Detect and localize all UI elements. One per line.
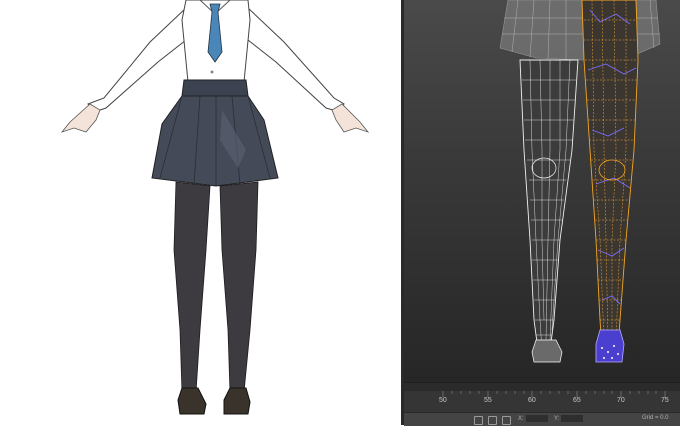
timeline-tick-label: 60 (528, 397, 536, 404)
timeline-tick-label: 50 (439, 397, 447, 404)
select-icon[interactable] (474, 416, 483, 425)
timeline-tick-label: 70 (617, 397, 625, 404)
character-illustration (60, 0, 370, 415)
lock-icon[interactable] (488, 416, 497, 425)
right-leg-wireframe (581, 0, 639, 363)
timeline-tick-label: 65 (573, 397, 581, 404)
status-bar: X: Y: Grid = 0.0 (404, 412, 680, 426)
3d-viewport[interactable] (404, 0, 680, 382)
left-leg-wireframe (519, 59, 579, 363)
character-reference-image (0, 0, 401, 425)
x-coordinate-field[interactable]: X: (518, 415, 548, 422)
timeline-scrubber[interactable] (404, 383, 680, 391)
timeline-tick-label: 75 (661, 397, 669, 404)
timeline[interactable]: 50 55 60 65 70 75 (404, 382, 680, 413)
timeline-tick-label: 55 (484, 397, 492, 404)
wireframe-model (499, 0, 661, 363)
absolute-mode-icon[interactable] (502, 416, 511, 425)
y-coordinate-field[interactable]: Y: (554, 415, 584, 422)
grid-readout: Grid = 0.0 (642, 415, 669, 421)
